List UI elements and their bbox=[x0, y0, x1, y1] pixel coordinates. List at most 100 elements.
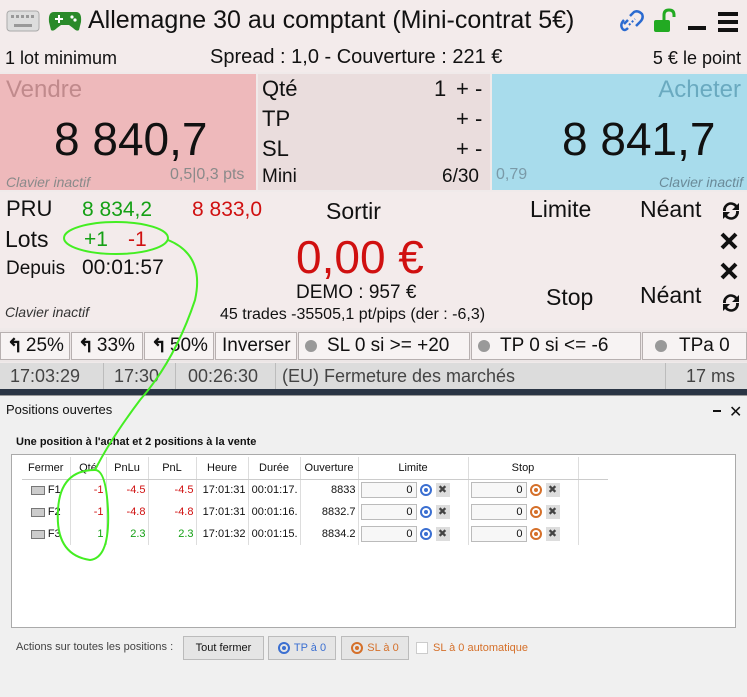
buy-keyboard-status: Clavier inactif bbox=[658, 174, 743, 190]
stop-value: Néant bbox=[640, 282, 702, 308]
target-icon[interactable] bbox=[529, 528, 542, 541]
cell-open: 8833 bbox=[300, 479, 359, 501]
cell-qty: -1 bbox=[70, 501, 107, 523]
latency: 17 ms bbox=[686, 366, 736, 386]
close-position-button[interactable]: F2 bbox=[22, 501, 71, 523]
qty-stepper[interactable]: + - bbox=[456, 76, 482, 102]
position-keyboard-status: Clavier inactif bbox=[5, 304, 90, 320]
stop-input[interactable]: 0 bbox=[470, 504, 527, 520]
clear-icon[interactable]: ✖ bbox=[545, 505, 560, 520]
dialog-minimize-icon[interactable] bbox=[713, 410, 721, 412]
sl-stepper[interactable]: + - bbox=[456, 136, 482, 162]
cell-time: 17:01:32 bbox=[196, 523, 249, 545]
instrument-title: Allemagne 30 au comptant (Mini-contrat 5… bbox=[88, 6, 575, 34]
sl-zero-button[interactable]: SL à 0 bbox=[341, 636, 409, 660]
close-icon bbox=[30, 485, 45, 495]
tp-stepper[interactable]: + - bbox=[456, 106, 482, 132]
col-duration: Durée bbox=[248, 457, 301, 480]
target-icon[interactable] bbox=[529, 484, 542, 497]
tp-zero-button[interactable]: TP à 0 bbox=[268, 636, 336, 660]
limit-label: Limite bbox=[530, 196, 592, 222]
sl-zero-toggle[interactable]: SL 0 si >= +20 bbox=[298, 332, 470, 360]
cell-qty: 1 bbox=[70, 523, 107, 545]
unlock-icon[interactable] bbox=[652, 8, 678, 34]
cell-duration: 00:01:15. bbox=[248, 523, 301, 545]
pru-sell: 8 833,0 bbox=[192, 198, 263, 221]
limit-input[interactable]: 0 bbox=[360, 504, 417, 520]
mini-label: Mini bbox=[262, 166, 297, 187]
tp-zero-label: TP 0 si <= -6 bbox=[500, 335, 609, 356]
invert-button[interactable]: Inverser bbox=[215, 332, 297, 360]
target-icon[interactable] bbox=[529, 506, 542, 519]
undo-arrow-icon: ↰ bbox=[7, 335, 23, 357]
minimize-icon[interactable] bbox=[688, 26, 706, 30]
tpa-zero-toggle[interactable]: TPa 0 bbox=[642, 332, 747, 360]
close-stop-icon[interactable] bbox=[720, 262, 738, 280]
dialog-close-icon[interactable]: ✕ bbox=[729, 402, 742, 422]
col-qty: Qté bbox=[70, 457, 107, 480]
close-33-button[interactable]: ↰ 33% bbox=[71, 332, 143, 360]
table-row: F3 1 2.3 2.3 17:01:32 00:01:15. 8834.2 0… bbox=[22, 523, 608, 545]
target-icon[interactable] bbox=[419, 506, 432, 519]
target-icon[interactable] bbox=[419, 484, 432, 497]
pnl-value: 0,00 € bbox=[296, 231, 424, 283]
cell-open: 8834.2 bbox=[300, 523, 359, 545]
clear-icon[interactable]: ✖ bbox=[545, 527, 560, 542]
clear-icon[interactable]: ✖ bbox=[435, 527, 450, 542]
limit-input[interactable]: 0 bbox=[360, 482, 417, 499]
dialog-title: Positions ouvertes bbox=[6, 402, 113, 417]
menu-icon[interactable] bbox=[718, 12, 738, 32]
since-label: Depuis bbox=[6, 258, 66, 279]
stop-input[interactable]: 0 bbox=[470, 526, 527, 542]
close-position-button[interactable]: F3 bbox=[22, 523, 71, 545]
clear-icon[interactable]: ✖ bbox=[435, 505, 450, 520]
cell-time: 17:01:31 bbox=[196, 501, 249, 523]
close-25-button[interactable]: ↰ 25% bbox=[0, 332, 70, 360]
sell-panel[interactable]: Vendre 8 840,7 Clavier inactif 0,5|0,3 p… bbox=[0, 74, 256, 190]
point-value-text: 5 € le point bbox=[652, 48, 741, 68]
stop-refresh-icon[interactable] bbox=[720, 292, 742, 314]
buy-label: Acheter bbox=[658, 76, 741, 103]
since-value: 00:01:57 bbox=[82, 256, 164, 279]
sl-auto-label: SL à 0 automatique bbox=[433, 642, 528, 654]
close-limit-icon[interactable] bbox=[720, 232, 738, 250]
buy-panel[interactable]: Acheter 8 841,7 0,79 Clavier inactif bbox=[492, 74, 747, 190]
clear-icon[interactable]: ✖ bbox=[545, 483, 560, 498]
limit-input[interactable]: 0 bbox=[360, 526, 417, 542]
close-position-button[interactable]: F1 bbox=[22, 479, 71, 501]
cell-pnlu: -4.5 bbox=[106, 479, 149, 501]
cell-duration: 00:01:16. bbox=[248, 501, 301, 523]
tp-zero-toggle[interactable]: TP 0 si <= -6 bbox=[471, 332, 641, 360]
sell-label: Vendre bbox=[6, 76, 83, 103]
close-icon bbox=[30, 529, 45, 539]
close-50-label: 50% bbox=[169, 335, 208, 356]
sell-keyboard-status: Clavier inactif bbox=[6, 174, 91, 190]
gamepad-icon[interactable] bbox=[48, 10, 82, 32]
pru-label: PRU bbox=[6, 196, 53, 221]
position-area: PRU 8 834,2 8 833,0 Lots +1 -1 Depuis 00… bbox=[0, 192, 747, 328]
actions-label: Actions sur toutes les positions : bbox=[16, 641, 174, 653]
clear-icon[interactable]: ✖ bbox=[435, 483, 450, 498]
exit-button[interactable]: Sortir bbox=[326, 198, 381, 225]
close-50-button[interactable]: ↰ 50% bbox=[144, 332, 214, 360]
keyboard-icon[interactable] bbox=[6, 10, 40, 32]
undo-arrow-icon: ↰ bbox=[78, 335, 94, 357]
sl-auto-checkbox[interactable] bbox=[416, 642, 428, 654]
cell-pnlu: 2.3 bbox=[106, 523, 149, 545]
broken-link-icon[interactable] bbox=[620, 10, 644, 34]
positions-dialog: Positions ouvertes ✕ Une position à l'ac… bbox=[0, 395, 747, 697]
demo-balance: DEMO : 957 € bbox=[296, 282, 417, 303]
sell-price: 8 840,7 bbox=[54, 113, 208, 165]
undo-arrow-icon: ↰ bbox=[151, 335, 167, 357]
close-all-button[interactable]: Tout fermer bbox=[183, 636, 264, 660]
limit-refresh-icon[interactable] bbox=[720, 200, 742, 222]
title-bar: Allemagne 30 au comptant (Mini-contrat 5… bbox=[0, 0, 747, 44]
target-icon[interactable] bbox=[419, 528, 432, 541]
quick-actions-bar: ↰ 25% ↰ 33% ↰ 50% Inverser SL 0 si >= +20 T… bbox=[0, 330, 747, 362]
limit-value: Néant bbox=[640, 196, 702, 222]
buy-spread: 0,79 bbox=[496, 166, 528, 183]
stop-input[interactable]: 0 bbox=[470, 482, 527, 499]
settings-panel: Qté 1 + - TP + - SL + - Mini 6/30 bbox=[258, 74, 490, 190]
col-pnlu: PnLu bbox=[106, 457, 149, 480]
toggle-dot-icon bbox=[478, 340, 490, 352]
